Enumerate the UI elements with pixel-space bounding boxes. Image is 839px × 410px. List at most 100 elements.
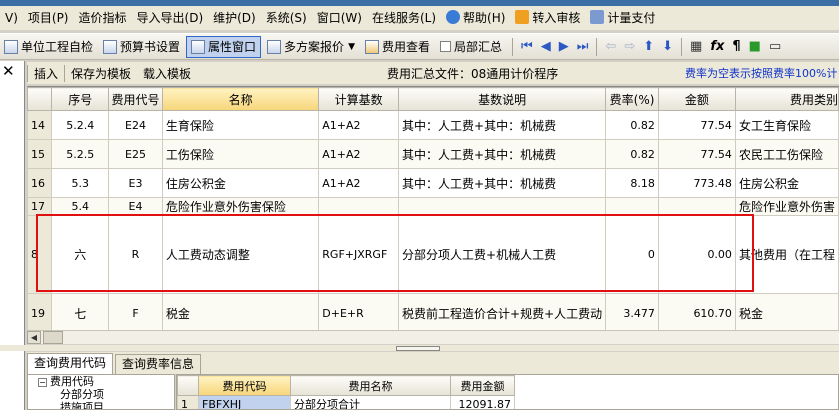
cell-seq[interactable]: 七 [51,293,110,330]
cell-seq[interactable]: 5.3 [51,168,110,198]
table-row[interactable]: 1 FBFXHJ 分部分项合计 12091.87 [177,395,515,409]
cell-base[interactable]: D+E+R [318,293,400,330]
cell-rate[interactable]: 3.477 [605,293,659,330]
insert-button[interactable]: 插入 [27,64,64,82]
load-template-button[interactable]: 载入模板 [137,65,197,82]
menu-payment[interactable]: 计量支付 [585,7,660,29]
cell-category[interactable]: 住房公积金 [734,168,839,198]
header-amount[interactable]: 金额 [657,87,736,111]
table-row[interactable]: 8 六 R 人工费动态调整 RGF+JXRGF 分部分项人工费+机械人工费 0 … [27,215,839,294]
cell-amount[interactable]: 77.54 [657,139,736,169]
cell-seq[interactable]: 5.2.5 [51,139,110,169]
header-code[interactable]: 费用代号 [108,87,163,111]
header-seq[interactable]: 序号 [51,87,110,111]
unit-check-button[interactable]: 单位工程自检 [0,36,97,58]
save-template-button[interactable]: 保存为模板 [64,64,137,82]
green-box-icon[interactable]: ■ [745,39,765,54]
cell-name[interactable]: 生育保险 [161,110,320,140]
header-fee-name[interactable]: 费用名称 [290,375,451,396]
multi-quote-button[interactable]: 多方案报价 ▼ [263,36,359,58]
scroll-thumb[interactable] [43,331,63,344]
cell-code[interactable]: E4 [108,197,163,216]
cell-category[interactable]: 其他费用（在工程 [734,215,839,294]
cell-base[interactable]: A1+A2 [318,110,400,140]
partial-summary-checkbox[interactable]: 局部汇总 [436,36,506,58]
menu-cost-index[interactable]: 造价指标 [74,7,132,29]
prev-icon[interactable]: ◀ [537,39,555,54]
cell-rate[interactable]: 0.82 [605,139,659,169]
cell-base[interactable]: A1+A2 [318,168,400,198]
property-window-button[interactable]: 属性窗口 [186,35,262,58]
cell-name[interactable]: 危险作业意外伤害保险 [161,197,320,216]
header-base[interactable]: 计算基数 [318,87,400,111]
cell-amount[interactable]: 0.00 [657,215,736,294]
menu-view[interactable]: V) [0,7,23,29]
cell-fee-code[interactable]: FBFXHJ [198,395,291,409]
cell-amount[interactable]: 773.48 [657,168,736,198]
scroll-left-icon[interactable]: ◀ [27,331,41,344]
cell-name[interactable]: 工伤保险 [161,139,320,169]
menu-online-service[interactable]: 在线服务(L) [367,7,441,29]
fee-view-button[interactable]: 费用查看 [361,36,434,58]
cell-category[interactable]: 税金 [734,293,839,330]
arrow-up-icon[interactable]: ⬆ [639,39,658,54]
cell-rate[interactable]: 8.18 [605,168,659,198]
cell-rate[interactable]: 0 [605,215,659,294]
header-rate[interactable]: 费率(%) [605,87,659,111]
function-icon[interactable]: fx [706,39,728,54]
table-row[interactable]: 19 七 F 税金 D+E+R 税费前工程造价合计+规费+人工费动 3.477 … [27,293,839,330]
table-row[interactable]: 14 5.2.4 E24 生育保险 A1+A2 其中：人工费+其中：机械费 0.… [27,110,839,140]
header-name[interactable]: 名称 [161,87,320,111]
budget-settings-button[interactable]: 预算书设置 [99,36,184,58]
cell-code[interactable]: E3 [108,168,163,198]
table-row[interactable]: 16 5.3 E3 住房公积金 A1+A2 其中：人工费+其中：机械费 8.18… [27,168,839,198]
first-icon[interactable]: ⏮ [517,39,537,54]
cell-base[interactable]: A1+A2 [318,139,400,169]
cell-amount[interactable] [657,197,736,216]
menu-help[interactable]: 帮助(H) [441,7,510,29]
window-restore-icon[interactable]: ▭ [765,39,785,54]
cell-name[interactable]: 住房公积金 [161,168,320,198]
tree-item-root[interactable]: − 费用代码 [28,375,174,388]
cell-base-desc[interactable]: 税费前工程造价合计+规费+人工费动 [398,293,607,330]
header-fee-code[interactable]: 费用代码 [198,375,291,396]
horizontal-scrollbar[interactable]: ◀ [27,330,839,344]
cell-code[interactable]: E24 [108,110,163,140]
arrow-right-icon[interactable]: ⇨ [620,39,639,54]
header-fee-amount[interactable]: 费用金额 [450,375,515,396]
cell-base-desc[interactable] [398,197,607,216]
next-icon[interactable]: ▶ [555,39,573,54]
cell-rate[interactable] [605,197,659,216]
cell-base[interactable] [318,197,400,216]
cell-seq[interactable]: 5.4 [51,197,110,216]
header-category[interactable]: 费用类别 [734,87,839,111]
menu-project[interactable]: 项目(P) [23,7,74,29]
arrow-left-icon[interactable]: ⇦ [601,39,620,54]
table-row[interactable]: 17 5.4 E4 危险作业意外伤害保险 危险作业意外伤害 [27,197,839,216]
menu-audit[interactable]: 转入审核 [510,7,585,29]
menu-import-export[interactable]: 导入导出(D) [132,7,209,29]
paragraph-icon[interactable]: ¶ [728,39,744,54]
tree-item-fbfx[interactable]: 分部分项 [28,388,174,401]
cell-rate[interactable]: 0.82 [605,110,659,140]
splitter-grip[interactable] [396,346,440,351]
arrow-down-icon[interactable]: ⬇ [658,39,677,54]
tree-item-measures[interactable]: 措施项目 [28,401,174,409]
calculator-icon[interactable]: ▦ [686,39,706,54]
cell-seq[interactable]: 六 [51,215,110,294]
cell-amount[interactable]: 77.54 [657,110,736,140]
cell-fee-amount[interactable]: 12091.87 [450,395,515,409]
cell-base-desc[interactable]: 其中：人工费+其中：机械费 [398,168,607,198]
cell-fee-name[interactable]: 分部分项合计 [290,395,451,409]
cell-category[interactable]: 女工生育保险 [734,110,839,140]
cell-code[interactable]: F [108,293,163,330]
cell-code[interactable]: E25 [108,139,163,169]
cell-code[interactable]: R [108,215,163,294]
tab-query-rate-info[interactable]: 查询费率信息 [115,354,202,374]
cell-base-desc[interactable]: 分部分项人工费+机械人工费 [398,215,607,294]
cell-base[interactable]: RGF+JXRGF [318,215,400,294]
table-row[interactable]: 15 5.2.5 E25 工伤保险 A1+A2 其中：人工费+其中：机械费 0.… [27,139,839,169]
cell-seq[interactable]: 5.2.4 [51,110,110,140]
collapse-icon[interactable]: − [38,378,47,387]
menu-maintain[interactable]: 维护(D) [208,7,261,29]
